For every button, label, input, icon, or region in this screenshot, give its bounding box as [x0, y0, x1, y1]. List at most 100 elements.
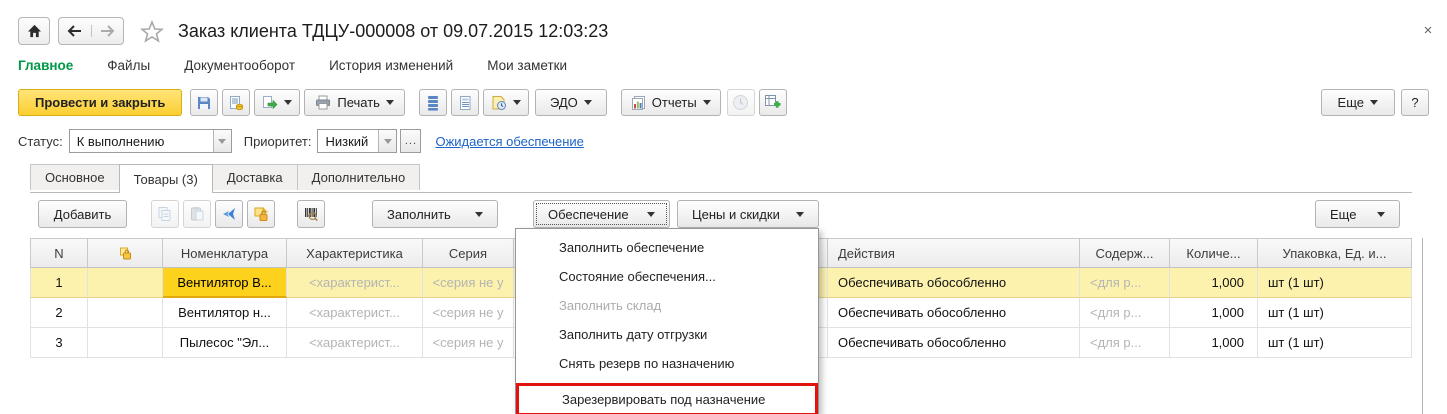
favorite-star-icon[interactable]: [140, 19, 164, 43]
timer-button: [726, 89, 755, 116]
combo-dropdown-button[interactable]: [378, 130, 397, 152]
structure-icon: [426, 95, 440, 111]
characteristic-cell[interactable]: <характерист...: [287, 328, 423, 358]
post-and-close-button[interactable]: Провести и закрыть: [18, 89, 183, 116]
supply-menu-button[interactable]: Обеспечение: [533, 200, 670, 228]
series-cell[interactable]: <серия не у: [423, 298, 514, 328]
save-button[interactable]: [190, 89, 219, 116]
menu-item-supply-state[interactable]: Состояние обеспечения...: [516, 262, 818, 291]
create-based-on-button[interactable]: [254, 89, 301, 116]
structure-of-subordination-button[interactable]: [418, 89, 447, 116]
tab-goods[interactable]: Товары (3): [118, 164, 213, 193]
supply-menu-label: Обеспечение: [548, 206, 629, 222]
table-more-button[interactable]: Еще: [1315, 200, 1400, 228]
section-docflow[interactable]: Документооборот: [184, 58, 295, 73]
section-files[interactable]: Файлы: [107, 58, 150, 73]
tab-additional[interactable]: Дополнительно: [296, 164, 421, 190]
menu-item-fill-shipment-date[interactable]: Заполнить дату отгрузки: [516, 320, 818, 349]
home-button[interactable]: [18, 17, 50, 45]
split-arrows-icon: [221, 206, 237, 222]
actions-cell[interactable]: Обеспечивать обособленно: [828, 328, 1080, 358]
package-cell[interactable]: шт (1 шт): [1258, 298, 1412, 328]
content-cell[interactable]: <для р...: [1080, 268, 1170, 298]
reports-icon: [631, 95, 647, 111]
nomenclature-cell[interactable]: Пылесос "Эл...: [163, 328, 287, 358]
status-combobox[interactable]: К выполнению: [68, 129, 232, 153]
quantity-cell[interactable]: 1,000: [1170, 328, 1258, 358]
lock-change-button[interactable]: [247, 200, 275, 228]
section-notes[interactable]: Мои заметки: [487, 58, 567, 73]
priority-value: Низкий: [325, 133, 369, 149]
column-header-n[interactable]: N: [30, 238, 88, 268]
section-history[interactable]: История изменений: [329, 58, 453, 73]
menu-item-fill-supply[interactable]: Заполнить обеспечение: [516, 233, 818, 262]
lock-cell[interactable]: [88, 298, 163, 328]
status-bar: Статус: К выполнению Приоритет: Низкий .…: [18, 129, 584, 153]
package-cell[interactable]: шт (1 шт): [1258, 328, 1412, 358]
package-cell[interactable]: шт (1 шт): [1258, 268, 1412, 298]
quantity-cell[interactable]: 1,000: [1170, 298, 1258, 328]
highlight-red-box: Зарезервировать под назначение: [516, 383, 818, 414]
assign-separately-button[interactable]: [215, 200, 243, 228]
dropdown-arrow-icon: [218, 138, 227, 144]
column-header-nomenclature[interactable]: Номенклатура: [163, 238, 287, 268]
edo-button[interactable]: ЭДО: [534, 89, 607, 116]
dropdown-arrow-icon: [512, 100, 521, 105]
panel-right-edge: [1422, 238, 1423, 414]
content-cell[interactable]: <для р...: [1080, 328, 1170, 358]
form-more-button[interactable]: Еще: [1320, 89, 1395, 116]
row-number-cell[interactable]: 2: [30, 298, 88, 328]
row-number-cell[interactable]: 1: [30, 268, 88, 298]
actions-cell[interactable]: Обеспечивать обособленно: [828, 268, 1080, 298]
nomenclature-cell[interactable]: Вентилятор В...: [163, 268, 287, 298]
characteristic-cell[interactable]: <характерист...: [287, 298, 423, 328]
column-header-quantity[interactable]: Количе...: [1170, 238, 1258, 268]
post-document-icon: [228, 95, 244, 111]
add-row-button[interactable]: Добавить: [38, 200, 127, 228]
reminder-button[interactable]: [482, 89, 529, 116]
combo-dropdown-button[interactable]: [212, 130, 231, 152]
history-nav-group: [58, 17, 124, 45]
menu-item-remove-reserve[interactable]: Снять резерв по назначению: [516, 349, 818, 378]
dropdown-arrow-icon: [647, 211, 655, 217]
lock-cell[interactable]: [88, 268, 163, 298]
column-header-characteristic[interactable]: Характеристика: [287, 238, 423, 268]
table-command-bar: Добавить Заполнить Обеспечение Цены и ск…: [38, 200, 1400, 228]
column-header-series[interactable]: Серия: [423, 238, 514, 268]
forward-button[interactable]: [90, 25, 124, 37]
document-movements-button[interactable]: [450, 89, 479, 116]
priority-choose-button[interactable]: ...: [400, 129, 422, 153]
characteristic-cell[interactable]: <характерист...: [287, 268, 423, 298]
post-document-button[interactable]: [222, 89, 251, 116]
series-cell[interactable]: <серия не у: [423, 268, 514, 298]
reports-button[interactable]: Отчеты: [620, 89, 721, 116]
column-header-package[interactable]: Упаковка, Ед. и...: [1258, 238, 1412, 268]
data-exchange-button[interactable]: [758, 89, 787, 116]
lock-cell[interactable]: [88, 328, 163, 358]
section-main[interactable]: Главное: [18, 58, 73, 73]
print-button-label: Печать: [337, 95, 380, 110]
priority-combobox[interactable]: Низкий: [317, 129, 398, 153]
menu-item-reserve-for-assignment[interactable]: Зарезервировать под назначение: [519, 386, 815, 413]
column-header-lock[interactable]: [88, 238, 163, 268]
content-cell[interactable]: <для р...: [1080, 298, 1170, 328]
barcode-scan-button[interactable]: [297, 200, 325, 228]
column-header-actions[interactable]: Действия: [828, 238, 1080, 268]
tab-main[interactable]: Основное: [30, 164, 120, 190]
print-button[interactable]: Печать: [304, 89, 405, 116]
column-header-content[interactable]: Содерж...: [1080, 238, 1170, 268]
back-button[interactable]: [59, 25, 91, 37]
quantity-cell[interactable]: 1,000: [1170, 268, 1258, 298]
row-number-cell[interactable]: 3: [30, 328, 88, 358]
nomenclature-cell[interactable]: Вентилятор н...: [163, 298, 287, 328]
fill-menu-button[interactable]: Заполнить: [372, 200, 498, 228]
prices-discounts-menu-button[interactable]: Цены и скидки: [677, 200, 819, 228]
series-cell[interactable]: <серия не у: [423, 328, 514, 358]
arrow-left-icon: [67, 25, 83, 37]
close-icon[interactable]: ×: [1419, 22, 1437, 39]
supply-status-link[interactable]: Ожидается обеспечение: [435, 134, 583, 149]
lock-column-icon: [118, 246, 133, 261]
help-button[interactable]: ?: [1401, 89, 1429, 116]
tab-delivery[interactable]: Доставка: [211, 164, 298, 190]
actions-cell[interactable]: Обеспечивать обособленно: [828, 298, 1080, 328]
